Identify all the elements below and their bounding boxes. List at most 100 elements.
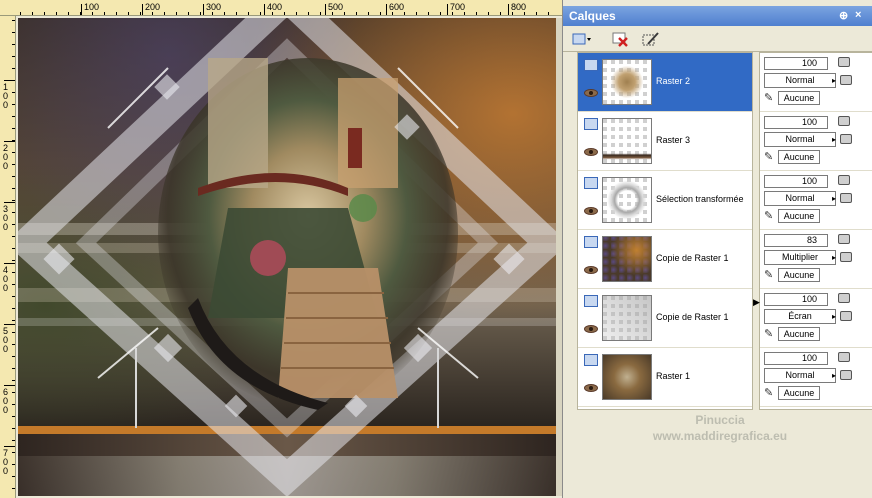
layer-thumbnail: [602, 236, 652, 282]
ruler-minor-tick: [488, 12, 489, 15]
layer-name[interactable]: Raster 2: [656, 76, 690, 86]
mask-row: ✎ Aucune: [764, 150, 840, 165]
opacity-slider[interactable]: 100: [764, 293, 828, 306]
panel-title-bar[interactable]: Calques ⊕ ×: [563, 6, 872, 26]
lock-icon[interactable]: [840, 311, 852, 321]
layer-row[interactable]: Raster 3: [578, 112, 752, 171]
blend-mode-value: Multiplier: [781, 252, 818, 262]
ruler-minor-tick: [12, 128, 15, 129]
ruler-minor-tick: [12, 152, 15, 153]
layer-row[interactable]: Copie de Raster 1: [578, 289, 752, 348]
ruler-minor-tick: [12, 332, 15, 333]
lock-icon[interactable]: [838, 352, 850, 362]
canvas-area[interactable]: 100 200 300 400 500 600 700 800 1 0 0 2 0 0 3 0 0…: [0, 0, 562, 498]
new-layer-button[interactable]: [569, 29, 591, 49]
ruler-minor-tick: [380, 12, 381, 15]
eye-icon[interactable]: [584, 266, 598, 274]
layer-properties-list: 100 Normal ▸ ✎ Aucune 100 Normal ▸ ✎ Aucun…: [759, 52, 872, 410]
lock-icon[interactable]: [840, 252, 852, 262]
mask-value[interactable]: Aucune: [778, 268, 820, 282]
layer-list: Raster 2 Raster 3 Sélection transformée …: [577, 52, 753, 410]
ruler-label: 800: [511, 2, 527, 12]
lock-icon[interactable]: [838, 234, 850, 244]
lock-icon[interactable]: [840, 134, 852, 144]
opacity-slider[interactable]: 100: [764, 352, 828, 365]
layer-name[interactable]: Sélection transformée: [656, 194, 744, 204]
layer-row[interactable]: Raster 2: [578, 53, 752, 112]
layer-row[interactable]: Copie de Raster 1: [578, 230, 752, 289]
ruler-tick: [386, 4, 387, 15]
layer-type-icon[interactable]: [584, 354, 598, 366]
opacity-slider[interactable]: 100: [764, 116, 828, 129]
ruler-minor-tick: [12, 116, 15, 117]
lock-icon[interactable]: [838, 116, 850, 126]
opacity-slider[interactable]: 83: [764, 234, 828, 247]
eye-icon[interactable]: [584, 207, 598, 215]
close-icon[interactable]: ×: [855, 9, 861, 21]
lock-icon[interactable]: [840, 193, 852, 203]
dropdown-arrow-icon: ▸: [831, 253, 836, 262]
ruler-tick: [142, 4, 143, 15]
blend-mode-select[interactable]: Normal ▸: [764, 191, 836, 206]
ruler-left: 1 0 0 2 0 0 3 0 0 4 0 0 5 0 0 6 0 0 7 0 0: [0, 16, 16, 498]
dropdown-arrow-icon: ▸: [831, 312, 836, 321]
lock-icon[interactable]: [838, 175, 850, 185]
ruler-minor-tick: [12, 212, 15, 213]
artwork-image[interactable]: [18, 18, 556, 496]
lock-icon[interactable]: [838, 57, 850, 67]
lock-icon[interactable]: [840, 75, 852, 85]
eye-icon[interactable]: [584, 89, 598, 97]
layer-name[interactable]: Copie de Raster 1: [656, 253, 729, 263]
brush-icon: ✎: [764, 92, 774, 104]
edit-selection-button[interactable]: [639, 29, 661, 49]
layer-row[interactable]: Raster 1: [578, 348, 752, 407]
lock-icon[interactable]: [838, 293, 850, 303]
eye-icon[interactable]: [584, 148, 598, 156]
layer-type-icon[interactable]: [584, 295, 598, 307]
ruler-minor-tick: [12, 416, 15, 417]
blend-mode-value: Normal: [785, 75, 815, 85]
dropdown-arrow-icon: ▸: [831, 194, 836, 203]
layer-thumbnail: [602, 354, 652, 400]
layer-row[interactable]: Sélection transformée: [578, 171, 752, 230]
opacity-slider[interactable]: 100: [764, 175, 828, 188]
blend-mode-select[interactable]: Multiplier ▸: [764, 250, 836, 265]
eye-icon[interactable]: [584, 384, 598, 392]
layer-type-icon[interactable]: [584, 177, 598, 189]
blend-mode-select[interactable]: Normal ▸: [764, 73, 836, 88]
opacity-value: 100: [801, 353, 817, 363]
blend-mode-select[interactable]: Écran ▸: [764, 309, 836, 324]
ruler-minor-tick: [476, 12, 477, 15]
eye-icon[interactable]: [584, 325, 598, 333]
opacity-value: 100: [801, 58, 817, 68]
opacity-value: 100: [801, 176, 817, 186]
delete-layer-button[interactable]: [609, 29, 631, 49]
layer-name[interactable]: Raster 1: [656, 371, 690, 381]
mask-value[interactable]: Aucune: [778, 150, 820, 164]
mask-value[interactable]: Aucune: [778, 386, 820, 400]
layer-type-icon[interactable]: [584, 59, 598, 71]
ruler-label: 200: [145, 2, 161, 12]
opacity-slider[interactable]: 100: [764, 57, 828, 70]
mask-value[interactable]: Aucune: [778, 209, 820, 223]
building-right: [338, 78, 398, 188]
layer-name[interactable]: Raster 3: [656, 135, 690, 145]
ruler-minor-tick: [12, 92, 15, 93]
layer-type-icon[interactable]: [584, 236, 598, 248]
blend-mode-select[interactable]: Normal ▸: [764, 132, 836, 147]
lock-icon[interactable]: [840, 370, 852, 380]
delete-layer-icon: [612, 32, 628, 47]
mask-value[interactable]: Aucune: [778, 327, 820, 341]
layer-name[interactable]: Copie de Raster 1: [656, 312, 729, 322]
ruler-top: 100 200 300 400 500 600 700 800: [0, 0, 562, 16]
ruler-minor-tick: [464, 12, 465, 15]
pin-icon[interactable]: ⊕: [839, 9, 848, 22]
building-door: [348, 128, 362, 168]
opacity-value: 100: [801, 294, 817, 304]
dropdown-arrow-icon: ▸: [831, 371, 836, 380]
splitter-arrow[interactable]: ▶: [753, 296, 760, 308]
blend-mode-select[interactable]: Normal ▸: [764, 368, 836, 383]
layer-type-icon[interactable]: [584, 118, 598, 130]
mask-value[interactable]: Aucune: [778, 91, 820, 105]
artwork-shapes: [18, 18, 556, 496]
